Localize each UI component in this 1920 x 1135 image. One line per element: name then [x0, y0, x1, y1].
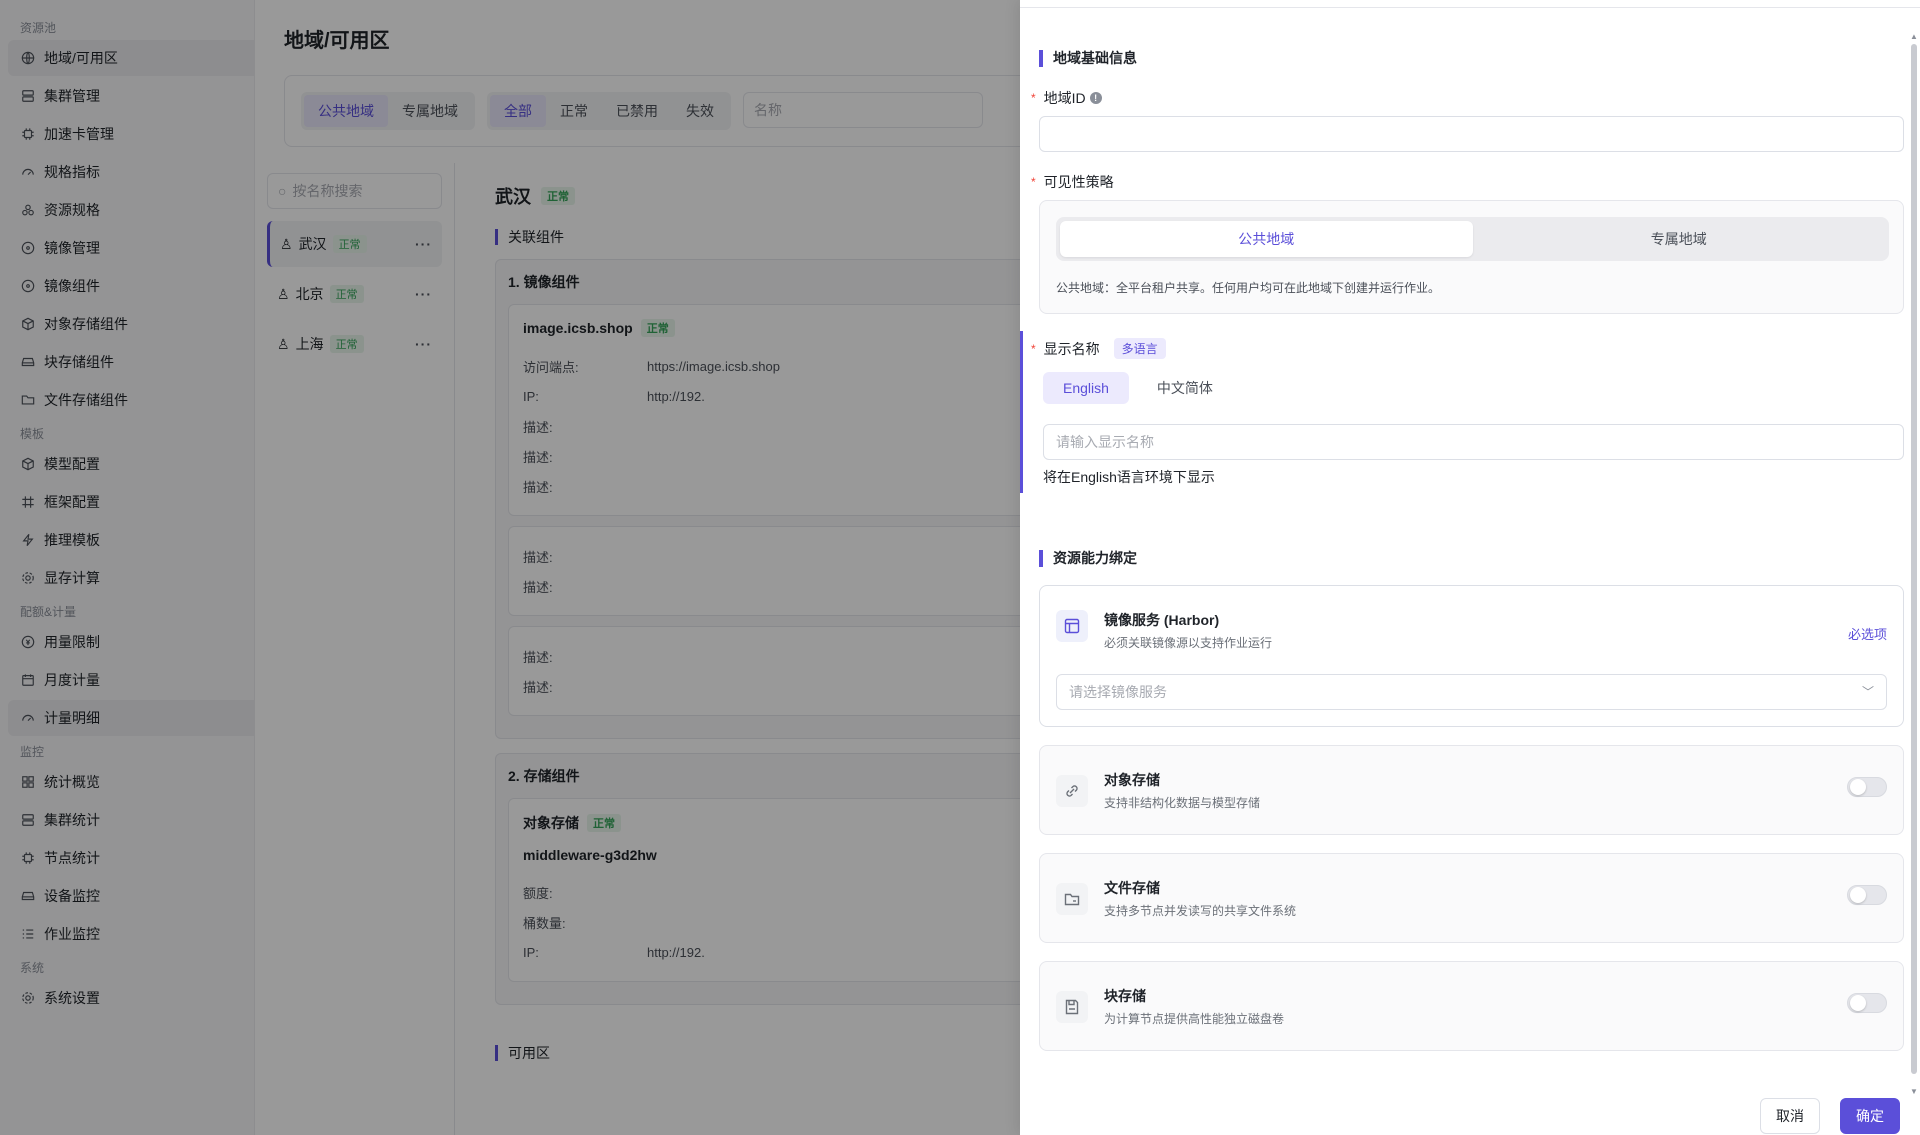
resource-subtitle: 支持非结构化数据与模型存储: [1104, 796, 1261, 810]
required-mark: *: [1031, 91, 1036, 105]
language-tabs: English 中文简体: [1043, 372, 1233, 404]
region-id-label: * 地域ID !: [1031, 88, 1102, 108]
mirror-service-select[interactable]: 请选择镜像服务 ﹀: [1056, 674, 1887, 710]
active-field-indicator: [1020, 331, 1023, 493]
label-text: 显示名称: [1043, 340, 1100, 357]
visibility-box: 公共地域 专属地域 公共地域：全平台租户共享。任何用户均可在此地域下创建并运行作…: [1039, 200, 1904, 314]
multi-language-badge: 多语言: [1113, 338, 1166, 359]
section-title: 资源能力绑定: [1039, 550, 1137, 567]
confirm-button[interactable]: 确定: [1840, 1098, 1900, 1134]
resource-title: 块存储: [1104, 988, 1146, 1004]
resource-subtitle: 为计算节点提供高性能独立磁盘卷: [1104, 1012, 1285, 1026]
resource-card-harbor: 镜像服务 (Harbor) 必须关联镜像源以支持作业运行 必选项 请选择镜像服务…: [1039, 585, 1904, 727]
file-storage-toggle[interactable]: [1847, 885, 1887, 905]
resource-card-block-storage: 块存储 为计算节点提供高性能独立磁盘卷: [1039, 961, 1904, 1051]
display-name-label: * 显示名称 多语言: [1031, 338, 1166, 359]
region-id-input[interactable]: [1039, 116, 1904, 152]
visibility-label: * 可见性策略: [1031, 172, 1114, 192]
scroll-up-icon[interactable]: ▲: [1910, 32, 1918, 41]
required-mark: *: [1031, 175, 1036, 189]
tab-chinese-simplified[interactable]: 中文简体: [1137, 372, 1233, 404]
object-storage-toggle[interactable]: [1847, 777, 1887, 797]
resource-title: 镜像服务 (Harbor): [1104, 612, 1220, 628]
resource-subtitle: 必须关联镜像源以支持作业运行: [1104, 636, 1273, 650]
visibility-option-public[interactable]: 公共地域: [1060, 221, 1473, 257]
label-text: 地域ID: [1043, 90, 1086, 106]
resource-subtitle: 支持多节点并发读写的共享文件系统: [1104, 904, 1297, 918]
resource-card-file-storage: 文件存储 支持多节点并发读写的共享文件系统: [1039, 853, 1904, 943]
section-title: 地域基础信息: [1039, 50, 1137, 67]
required-mark: *: [1031, 341, 1036, 356]
resource-title: 对象存储: [1104, 772, 1160, 788]
scrollbar-thumb[interactable]: [1911, 44, 1917, 1074]
label-text: 可见性策略: [1043, 174, 1114, 190]
chevron-down-icon: ﹀: [1861, 685, 1874, 699]
drawer-scrollbar[interactable]: ▲ ▼: [1910, 32, 1918, 1096]
tab-english[interactable]: English: [1043, 372, 1129, 404]
visibility-segment: 公共地域 专属地域: [1056, 217, 1889, 261]
language-note: 将在English语言环境下显示: [1043, 469, 1215, 485]
resource-card-object-storage: 对象存储 支持非结构化数据与模型存储: [1039, 745, 1904, 835]
folder-icon: [1056, 883, 1088, 915]
visibility-option-private[interactable]: 专属地域: [1473, 221, 1886, 257]
cancel-button[interactable]: 取消: [1760, 1098, 1820, 1134]
save-icon: [1056, 991, 1088, 1023]
display-name-input[interactable]: 请输入显示名称: [1043, 424, 1904, 460]
scroll-down-icon[interactable]: ▼: [1910, 1087, 1918, 1096]
layout-icon: [1056, 610, 1088, 642]
required-link[interactable]: 必选项: [1848, 624, 1887, 643]
select-placeholder: 请选择镜像服务: [1069, 684, 1167, 700]
visibility-hint: 公共地域：全平台租户共享。任何用户均可在此地域下创建并运行作业。: [1056, 281, 1441, 295]
link-icon: [1056, 775, 1088, 807]
drawer-header-divider: [1020, 0, 1920, 8]
block-storage-toggle[interactable]: [1847, 993, 1887, 1013]
resource-title: 文件存储: [1104, 880, 1160, 896]
region-form-drawer: ▲ ▼ 地域基础信息 * 地域ID ! * 可见性策略 公共地域 专属地域 公共…: [1020, 0, 1920, 1135]
info-icon[interactable]: !: [1089, 92, 1102, 104]
